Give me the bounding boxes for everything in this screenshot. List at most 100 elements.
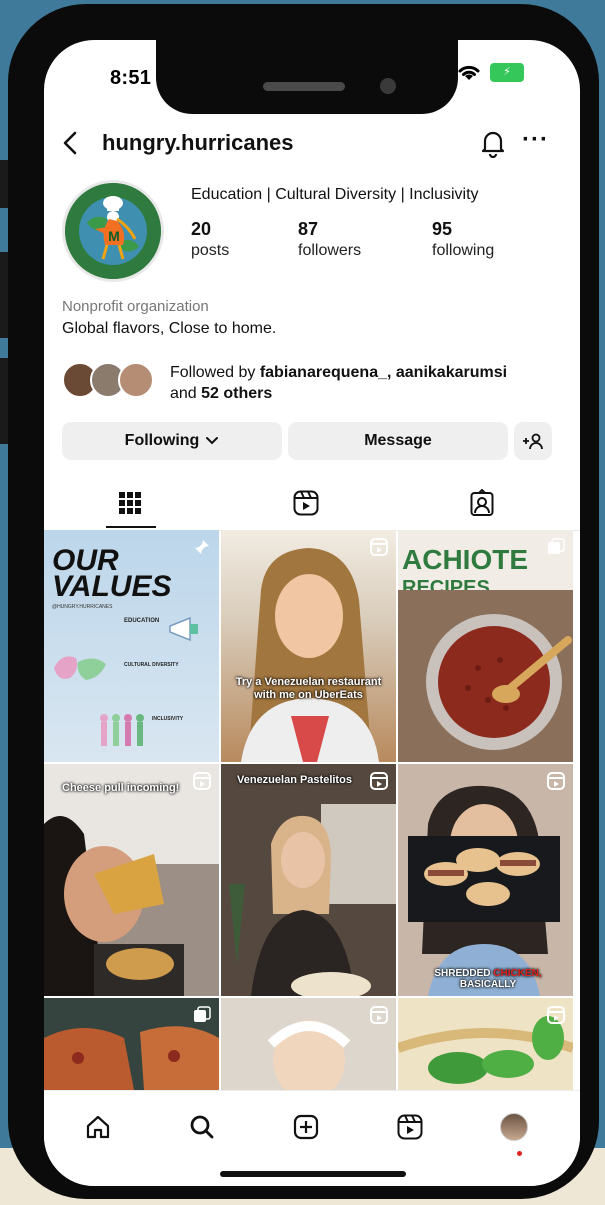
followed-by-prefix: Followed by [170, 364, 256, 381]
person-photo [241, 548, 379, 762]
people-illustration [100, 714, 144, 746]
add-person-icon [523, 433, 543, 450]
message-button-label: Message [364, 432, 432, 449]
post-chicken-caption-b: CHICKEN, [493, 968, 542, 979]
followed-by-and: and [170, 385, 197, 402]
notification-bell-icon[interactable] [480, 128, 506, 158]
ibis-mascot-logo: M [65, 183, 161, 279]
post-our-values-line2: VALUES [52, 570, 172, 603]
grid-icon [119, 492, 141, 514]
notch [156, 40, 458, 114]
profile-avatar-small [500, 1113, 528, 1141]
followed-by-section[interactable]: Followed by fabianarequena_, aanikakarum… [62, 360, 562, 410]
chevron-down-icon [206, 437, 219, 445]
tab-reels[interactable] [286, 486, 326, 520]
reels-icon [397, 1114, 423, 1140]
post-pizza[interactable] [44, 998, 219, 1090]
post-chicken-caption-c: BASICALLY [459, 979, 517, 990]
phone-screen: 8:51 ⚡ hungry.hurricanes ··· M Education… [44, 40, 580, 1186]
post-chicken-caption-a: SHREDDED [434, 968, 491, 979]
profile-username: hungry.hurricanes [102, 130, 294, 155]
stat-followers-value: 87 [298, 219, 319, 239]
pin-icon [195, 540, 209, 554]
back-arrow-icon[interactable] [60, 130, 80, 156]
stat-following-label: following [432, 242, 495, 259]
home-indicator [220, 1171, 406, 1177]
followed-by-others[interactable]: 52 others [201, 385, 272, 402]
posts-grid: OUR VALUES @HUNGRY.HURRICANES EDUCATION … [44, 530, 580, 1090]
nav-profile[interactable] [496, 1109, 532, 1145]
profile-avatar[interactable]: M [62, 180, 164, 282]
svg-text:M: M [108, 228, 120, 244]
post-achiote-line1: ACHIOTE [402, 544, 528, 575]
more-options-icon[interactable]: ··· [522, 126, 549, 154]
post-achiote-recipes[interactable]: ACHIOTE RECIPES [398, 530, 573, 762]
person-eating-photo [44, 764, 219, 996]
post-cheese-caption: Cheese pull incoming! [62, 782, 180, 794]
stat-following-value: 95 [432, 219, 453, 239]
stat-posts[interactable]: 20 posts [191, 219, 229, 260]
reel-icon [547, 772, 565, 790]
nav-create[interactable] [288, 1109, 324, 1145]
stat-posts-label: posts [191, 242, 230, 259]
nav-home[interactable] [80, 1109, 116, 1145]
arepas-photo [398, 764, 573, 996]
follower-avatar [118, 362, 154, 398]
reel-icon [370, 772, 388, 790]
speaker [263, 82, 345, 91]
status-time: 8:51 [110, 67, 152, 89]
following-button[interactable]: Following [62, 422, 282, 460]
post-pastelitos-caption: Venezuelan Pastelitos [237, 774, 352, 786]
reel-icon [547, 1006, 565, 1024]
camera [380, 78, 396, 94]
wifi-icon [458, 65, 480, 80]
post-our-values-section2: CULTURAL DIVERSITY [124, 662, 179, 668]
nav-reels[interactable] [392, 1109, 428, 1145]
profile-category: Nonprofit organization [62, 298, 209, 315]
nav-search[interactable] [184, 1109, 220, 1145]
tab-tagged[interactable] [462, 486, 502, 520]
post-shredded-chicken[interactable]: SHREDDED CHICKEN, BASICALLY [398, 764, 573, 996]
post-venezuelan-ubereats[interactable]: Try a Venezuelan restaurant with me on U… [221, 530, 396, 762]
world-map-illustration [54, 656, 106, 680]
profile-tagline: Education | Cultural Diversity | Inclusi… [191, 186, 479, 203]
person-pastelitos-photo [221, 764, 396, 996]
post-our-values-title: OUR VALUES [52, 546, 172, 603]
active-tab-indicator [106, 526, 156, 528]
followed-by-text: Followed by fabianarequena_, aanikakarum… [170, 362, 507, 404]
suggested-accounts-button[interactable] [514, 422, 552, 460]
followed-by-names[interactable]: fabianarequena_, aanikakarumsi [260, 364, 507, 381]
post-venezuelan-caption: Try a Venezuelan restaurant with me on U… [235, 676, 382, 701]
home-icon [86, 1115, 110, 1139]
tab-posts-grid[interactable] [110, 486, 150, 520]
reel-icon [370, 1006, 388, 1024]
post-cheese-pull[interactable]: Cheese pull incoming! [44, 764, 219, 996]
post-basil[interactable] [398, 998, 573, 1090]
status-icons: ⚡ [456, 62, 524, 82]
reels-icon [293, 490, 319, 516]
following-button-label: Following [124, 432, 200, 449]
profile-bio: Global flavors, Close to home. [62, 320, 277, 337]
reel-icon [193, 772, 211, 790]
post-our-values[interactable]: OUR VALUES @HUNGRY.HURRICANES EDUCATION … [44, 530, 219, 762]
post-venezuelan-pastelitos[interactable]: Venezuelan Pastelitos [221, 764, 396, 996]
battery-icon: ⚡ [490, 62, 524, 82]
megaphone-icon [169, 616, 198, 642]
profile-tabs [44, 476, 580, 531]
profile-header: hungry.hurricanes ··· [60, 126, 560, 166]
carousel-icon [194, 1006, 211, 1022]
stat-followers-label: followers [298, 242, 362, 259]
stat-followers[interactable]: 87 followers [298, 219, 361, 260]
message-button[interactable]: Message [288, 422, 508, 460]
post-our-values-handle: @HUNGRY.HURRICANES [52, 604, 113, 610]
post-our-values-section3: INCLUSIVITY [152, 716, 184, 722]
search-icon [190, 1115, 214, 1139]
notification-dot [517, 1151, 522, 1156]
reel-icon [370, 538, 388, 556]
create-post-icon [293, 1114, 319, 1140]
stat-following[interactable]: 95 following [432, 219, 494, 260]
tagged-person-icon [470, 489, 494, 516]
post-girl-headband[interactable] [221, 998, 396, 1090]
stat-posts-value: 20 [191, 219, 212, 239]
achiote-bowl-photo [398, 590, 573, 762]
